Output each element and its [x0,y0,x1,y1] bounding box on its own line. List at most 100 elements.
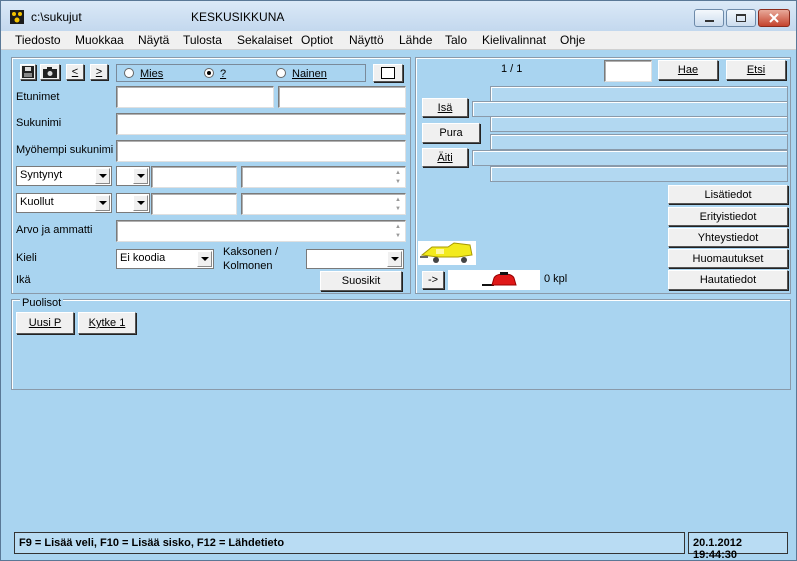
death-place-input[interactable]: ▲ ▼ [241,193,406,215]
chevron-down-icon [387,251,402,267]
death-event-select[interactable]: Kuollut [16,193,112,213]
minimize-button[interactable] [694,9,724,27]
firstname-input[interactable] [116,86,274,108]
window-title: KESKUSIKKUNA [191,10,285,24]
spin-arrows-icon: ▲ ▼ [395,169,401,185]
extra-info-button[interactable]: Lisätiedot [668,185,788,204]
mother-field-2 [472,150,788,166]
close-icon [769,13,779,23]
mother-button[interactable]: Äiti [422,148,468,167]
age-label: Ikä [16,274,31,286]
search-button[interactable]: Etsi [726,60,786,80]
prev-record-button[interactable]: < [66,64,84,80]
red-bag-icon [482,272,517,286]
notes-button[interactable]: Huomautukset [668,249,788,268]
surname-label: Sukunimi [16,117,62,129]
next-record-button[interactable]: > [90,64,108,80]
surname-input[interactable] [116,113,406,135]
language-value: Ei koodia [120,252,166,264]
close-button[interactable] [758,9,790,27]
gender-male-label: Mies [140,68,164,80]
father-field-1 [490,86,788,102]
gender-female-label: Nainen [292,68,327,80]
occupation-label: Arvo ja ammatti [16,224,93,236]
later-surname-input[interactable] [116,140,406,162]
chevron-down-icon [133,168,148,184]
death-qualifier-select[interactable] [116,193,150,213]
minimize-icon [704,19,714,22]
father-button[interactable]: Isä [422,98,468,117]
special-info-button[interactable]: Erityistiedot [668,207,788,226]
new-spouse-button[interactable]: Uusi P [16,312,74,334]
burial-info-button[interactable]: Hautatiedot [668,270,788,290]
birth-qualifier-select[interactable] [116,166,150,186]
firstname-label: Etunimet [16,91,60,103]
record-counter: 1 / 1 [501,63,523,75]
father-field-2 [472,101,788,117]
menu-naytto[interactable]: Näyttö [349,33,384,47]
menu-tulosta[interactable]: Tulosta [183,33,222,47]
separate-button[interactable]: Pura [422,123,480,143]
save-button[interactable] [20,64,36,80]
camera-button[interactable] [40,64,60,80]
firstname-extra-input[interactable] [278,86,406,108]
chevron-down-icon [95,195,110,211]
birth-event-select[interactable]: Syntynyt [16,166,112,186]
menu-nayta[interactable]: Näytä [138,33,169,47]
mother-field-1 [490,134,788,150]
spin-arrows-icon: ▲ ▼ [395,223,401,239]
chevron-down-icon [95,168,110,184]
menu-talo[interactable]: Talo [445,33,467,47]
harvester-icon [420,242,473,263]
chevron-down-icon [197,251,212,267]
bag-image [448,270,540,290]
twin-label-line2: Kolmonen [223,260,273,272]
relations-panel: 1 / 1 Hae Etsi Isä Pura Äiti Lisätiedot … [415,57,791,294]
twin-select[interactable] [306,249,404,269]
father-field-3 [490,116,788,132]
language-select[interactable]: Ei koodia [116,249,214,269]
arrow-button[interactable]: -> [422,271,444,289]
count-text: 0 kpl [544,273,568,285]
title-bar: c:\sukujut KESKUSIKKUNA [1,1,796,31]
person-panel: < > Mies ? Nainen Etunimet Sukunimi Myöh… [11,57,411,294]
favorites-button[interactable]: Suosikit [320,271,402,291]
window-path: c:\sukujut [31,10,82,24]
main-window: c:\sukujut KESKUSIKKUNA Tiedosto Muokkaa… [0,0,797,561]
menu-kielivalinnat[interactable]: Kielivalinnat [482,33,546,47]
menu-sekalaiset[interactable]: Sekalaiset [237,33,292,47]
id-input[interactable] [604,60,652,82]
app-icon [10,10,24,24]
mother-field-3 [490,166,788,182]
harvester-image [418,241,476,265]
menu-ohje[interactable]: Ohje [560,33,585,47]
menu-bar: Tiedosto Muokkaa Näytä Tulosta Sekalaise… [1,31,796,50]
toggle-button[interactable] [373,64,403,82]
birth-date-input[interactable] [151,166,237,188]
gender-male-radio[interactable] [124,68,134,78]
square-icon [381,67,395,79]
camera-icon [43,66,57,78]
status-datetime: 20.1.2012 19:44:30 [688,532,788,561]
menu-tiedosto[interactable]: Tiedosto [15,33,61,47]
chevron-down-icon [133,195,148,211]
death-date-input[interactable] [151,193,237,215]
language-label: Kieli [16,252,37,264]
spin-arrows-icon: ▲ ▼ [395,196,401,212]
fetch-button[interactable]: Hae [658,60,718,80]
later-surname-label: Myöhempi sukunimi [16,144,114,156]
link-spouse-button[interactable]: Kytke 1 [78,312,136,334]
menu-lahde[interactable]: Lähde [399,33,432,47]
contact-info-button[interactable]: Yhteystiedot [668,228,788,247]
birth-place-input[interactable]: ▲ ▼ [241,166,406,188]
gender-unknown-label: ? [220,68,227,80]
menu-optiot[interactable]: Optiot [301,33,333,47]
menu-muokkaa[interactable]: Muokkaa [75,33,124,47]
floppy-icon [22,66,34,78]
status-hint: F9 = Lisää veli, F10 = Lisää sisko, F12 … [14,532,685,554]
gender-female-radio[interactable] [276,68,286,78]
maximize-icon [736,14,746,22]
maximize-button[interactable] [726,9,756,27]
gender-unknown-radio[interactable] [204,68,214,78]
occupation-input[interactable]: ▲ ▼ [116,220,406,242]
